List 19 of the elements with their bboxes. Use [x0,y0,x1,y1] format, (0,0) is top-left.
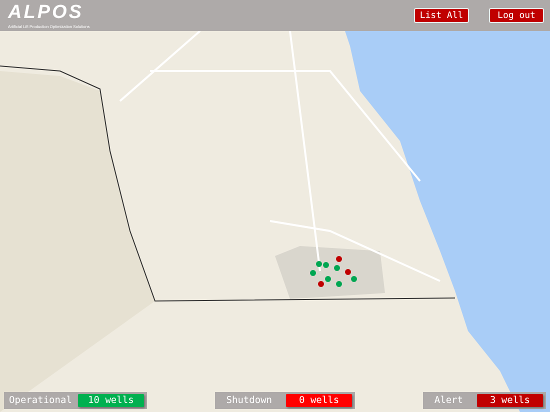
logout-button[interactable]: Log out [489,8,544,23]
well-count-badge: 10 wells [78,394,144,407]
well-marker[interactable] [318,281,324,287]
well-marker[interactable] [310,270,316,276]
status-label: Alert [433,395,464,406]
well-marker[interactable] [351,276,357,282]
well-marker[interactable] [323,262,329,268]
well-marker[interactable] [325,276,331,282]
well-marker[interactable] [345,269,351,275]
well-marker[interactable] [336,281,342,287]
status-label: Operational [9,395,72,406]
list-all-button[interactable]: List All [414,8,469,23]
well-marker[interactable] [334,265,340,271]
well-marker[interactable] [336,256,342,262]
well-count-badge: 3 wells [476,394,543,407]
logo: ALPOS [8,2,84,24]
well-marker[interactable] [316,261,322,267]
status-label: Shutdown [225,395,274,406]
well-count-badge: 0 wells [286,394,352,407]
